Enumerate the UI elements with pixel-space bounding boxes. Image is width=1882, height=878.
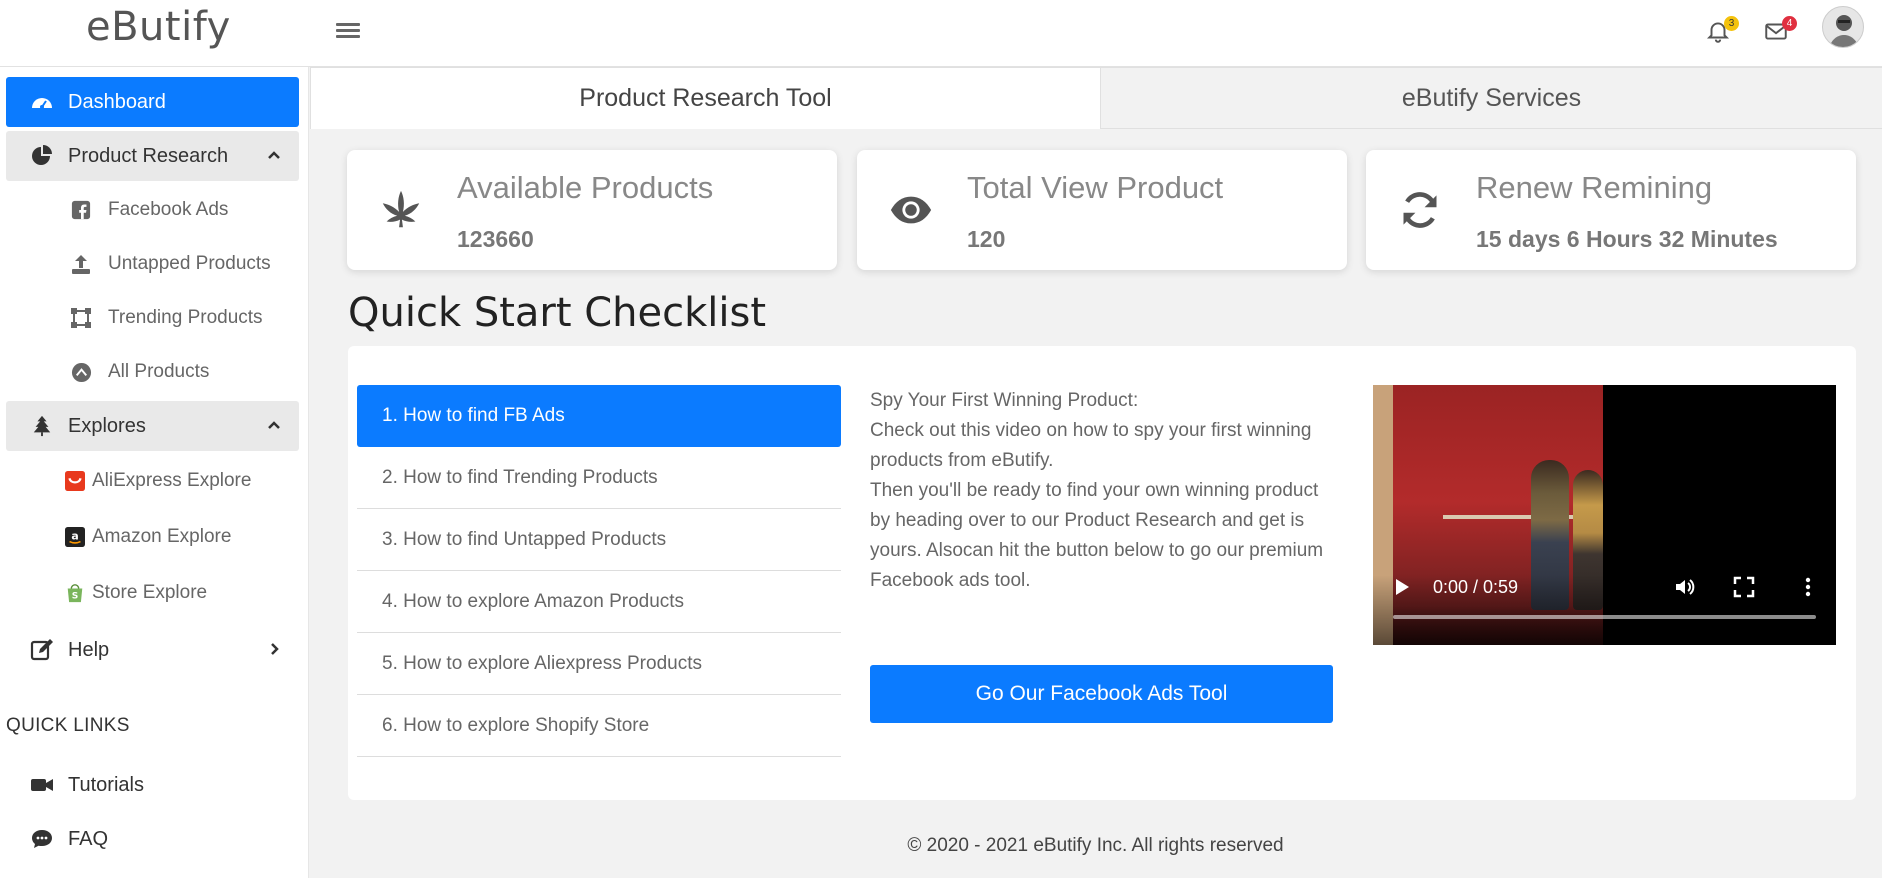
checklist-description: Spy Your First Winning Product: Check ou… bbox=[870, 386, 1340, 596]
brand-logo[interactable]: eButify bbox=[86, 4, 231, 50]
description-text: Check out this video on how to spy your … bbox=[870, 420, 1312, 471]
user-avatar[interactable] bbox=[1822, 6, 1864, 48]
aliexpress-logo-icon bbox=[64, 470, 86, 492]
sidebar-item-label: Explores bbox=[68, 414, 146, 437]
refresh-icon bbox=[1396, 186, 1444, 234]
messages-envelope-icon[interactable]: 4 bbox=[1763, 16, 1797, 48]
tab-ebutify-services[interactable]: eButify Services bbox=[1101, 67, 1882, 129]
sidebar-item-label: Untapped Products bbox=[108, 253, 271, 274]
messages-badge: 4 bbox=[1782, 16, 1797, 31]
tab-product-research-tool[interactable]: Product Research Tool bbox=[310, 67, 1101, 129]
sidebar-item-faq[interactable]: FAQ bbox=[6, 814, 299, 864]
list-item[interactable]: 2. How to find Trending Products bbox=[357, 447, 841, 509]
sidebar-item-label: Trending Products bbox=[108, 307, 263, 328]
shopify-bag-icon: S bbox=[64, 582, 86, 604]
list-item[interactable]: 5. How to explore Aliexpress Products bbox=[357, 633, 841, 695]
video-camera-icon bbox=[30, 773, 54, 797]
stat-card-available-products: Available Products 123660 bbox=[347, 150, 837, 270]
edit-icon bbox=[30, 638, 54, 662]
list-item[interactable]: 6. How to explore Shopify Store bbox=[357, 695, 841, 757]
description-text: Then you'll be ready to find your own wi… bbox=[870, 480, 1324, 591]
vector-square-icon bbox=[70, 307, 92, 329]
sidebar-item-label: All Products bbox=[108, 361, 210, 382]
tree-icon bbox=[30, 414, 54, 438]
main-tabs: Product Research Tool eButify Services bbox=[309, 67, 1882, 129]
notifications-bell-icon[interactable]: 3 bbox=[1705, 16, 1739, 48]
footer-copyright: © 2020 - 2021 eButify Inc. All rights re… bbox=[907, 835, 1284, 856]
pie-chart-icon bbox=[30, 144, 54, 168]
sidebar-item-store-explore[interactable]: S Store Explore bbox=[6, 571, 299, 615]
checklist-title: Quick Start Checklist bbox=[348, 290, 767, 336]
sidebar-item-label: Dashboard bbox=[68, 90, 166, 113]
sidebar-item-label: Help bbox=[68, 638, 110, 661]
list-item[interactable]: 4. How to explore Amazon Products bbox=[357, 571, 841, 633]
stat-card-renew-remining: Renew Remining 15 days 6 Hours 32 Minute… bbox=[1366, 150, 1856, 270]
stat-value: 15 days 6 Hours 32 Minutes bbox=[1476, 226, 1778, 252]
fullscreen-icon[interactable] bbox=[1733, 576, 1755, 598]
stat-value: 123660 bbox=[457, 226, 534, 252]
sidebar-item-label: AliExpress Explore bbox=[92, 470, 252, 491]
video-time: 0:00 / 0:59 bbox=[1433, 577, 1519, 597]
top-bar: eButify 3 4 bbox=[0, 0, 1882, 67]
sidebar-item-help[interactable]: Help bbox=[6, 625, 299, 675]
chevron-up-icon bbox=[265, 146, 283, 164]
notifications-badge: 3 bbox=[1724, 16, 1739, 31]
sidebar-item-untapped-products[interactable]: Untapped Products bbox=[6, 242, 299, 286]
svg-text:a: a bbox=[71, 530, 78, 543]
facebook-ads-tool-button[interactable]: Go Our Facebook Ads Tool bbox=[870, 665, 1333, 723]
sidebar-item-facebook-ads[interactable]: Facebook Ads bbox=[6, 188, 299, 232]
amazon-logo-icon: a bbox=[64, 526, 86, 548]
tutorial-video-player[interactable]: 0:00 / 0:59 bbox=[1373, 385, 1836, 645]
sidebar-item-explores[interactable]: Explores bbox=[6, 401, 299, 451]
sidebar-item-label: Amazon Explore bbox=[92, 526, 232, 547]
stat-title: Renew Remining bbox=[1476, 170, 1713, 205]
description-heading: Spy Your First Winning Product: bbox=[870, 390, 1139, 411]
play-icon[interactable] bbox=[1393, 578, 1411, 596]
eye-icon bbox=[887, 186, 935, 234]
list-item[interactable]: 3. How to find Untapped Products bbox=[357, 509, 841, 571]
sidebar-item-label: Tutorials bbox=[68, 773, 144, 796]
sidebar: Dashboard Product Research Facebook Ads … bbox=[0, 67, 309, 878]
sidebar-item-label: Facebook Ads bbox=[108, 199, 229, 220]
sidebar-item-tutorials[interactable]: Tutorials bbox=[6, 760, 299, 810]
dashboard-gauge-icon bbox=[30, 90, 54, 114]
stat-title: Total View Product bbox=[967, 170, 1224, 205]
checklist-list: 1. How to find FB Ads 2. How to find Tre… bbox=[357, 385, 841, 757]
sidebar-item-product-research[interactable]: Product Research bbox=[6, 131, 299, 181]
sidebar-item-dashboard[interactable]: Dashboard bbox=[6, 77, 299, 127]
chevron-right-icon bbox=[265, 640, 283, 658]
list-item[interactable]: 1. How to find FB Ads bbox=[357, 385, 841, 447]
svg-text:S: S bbox=[72, 591, 79, 601]
sidebar-item-label: Store Explore bbox=[92, 582, 208, 603]
circle-arrow-up-icon bbox=[70, 361, 92, 383]
sidebar-item-aliexpress-explore[interactable]: AliExpress Explore bbox=[6, 459, 299, 503]
menu-toggle-icon[interactable] bbox=[336, 20, 360, 44]
facebook-square-icon bbox=[70, 199, 92, 221]
sidebar-item-all-products[interactable]: All Products bbox=[6, 350, 299, 394]
more-options-icon[interactable] bbox=[1798, 575, 1818, 599]
cannabis-leaf-icon bbox=[377, 186, 425, 234]
sidebar-item-trending-products[interactable]: Trending Products bbox=[6, 296, 299, 340]
chevron-up-icon bbox=[265, 416, 283, 434]
volume-icon[interactable] bbox=[1673, 575, 1697, 599]
stat-value: 120 bbox=[967, 226, 1006, 252]
sidebar-item-amazon-explore[interactable]: a Amazon Explore bbox=[6, 515, 299, 559]
video-progress-bar[interactable] bbox=[1393, 615, 1816, 619]
sidebar-item-label: FAQ bbox=[68, 827, 109, 850]
sidebar-item-label: Product Research bbox=[68, 144, 229, 167]
upload-icon bbox=[70, 253, 92, 275]
stat-title: Available Products bbox=[457, 170, 714, 205]
quick-links-heading: QUICK LINKS bbox=[6, 715, 130, 736]
chat-bubble-icon bbox=[30, 827, 54, 851]
stat-card-total-view-product: Total View Product 120 bbox=[857, 150, 1347, 270]
